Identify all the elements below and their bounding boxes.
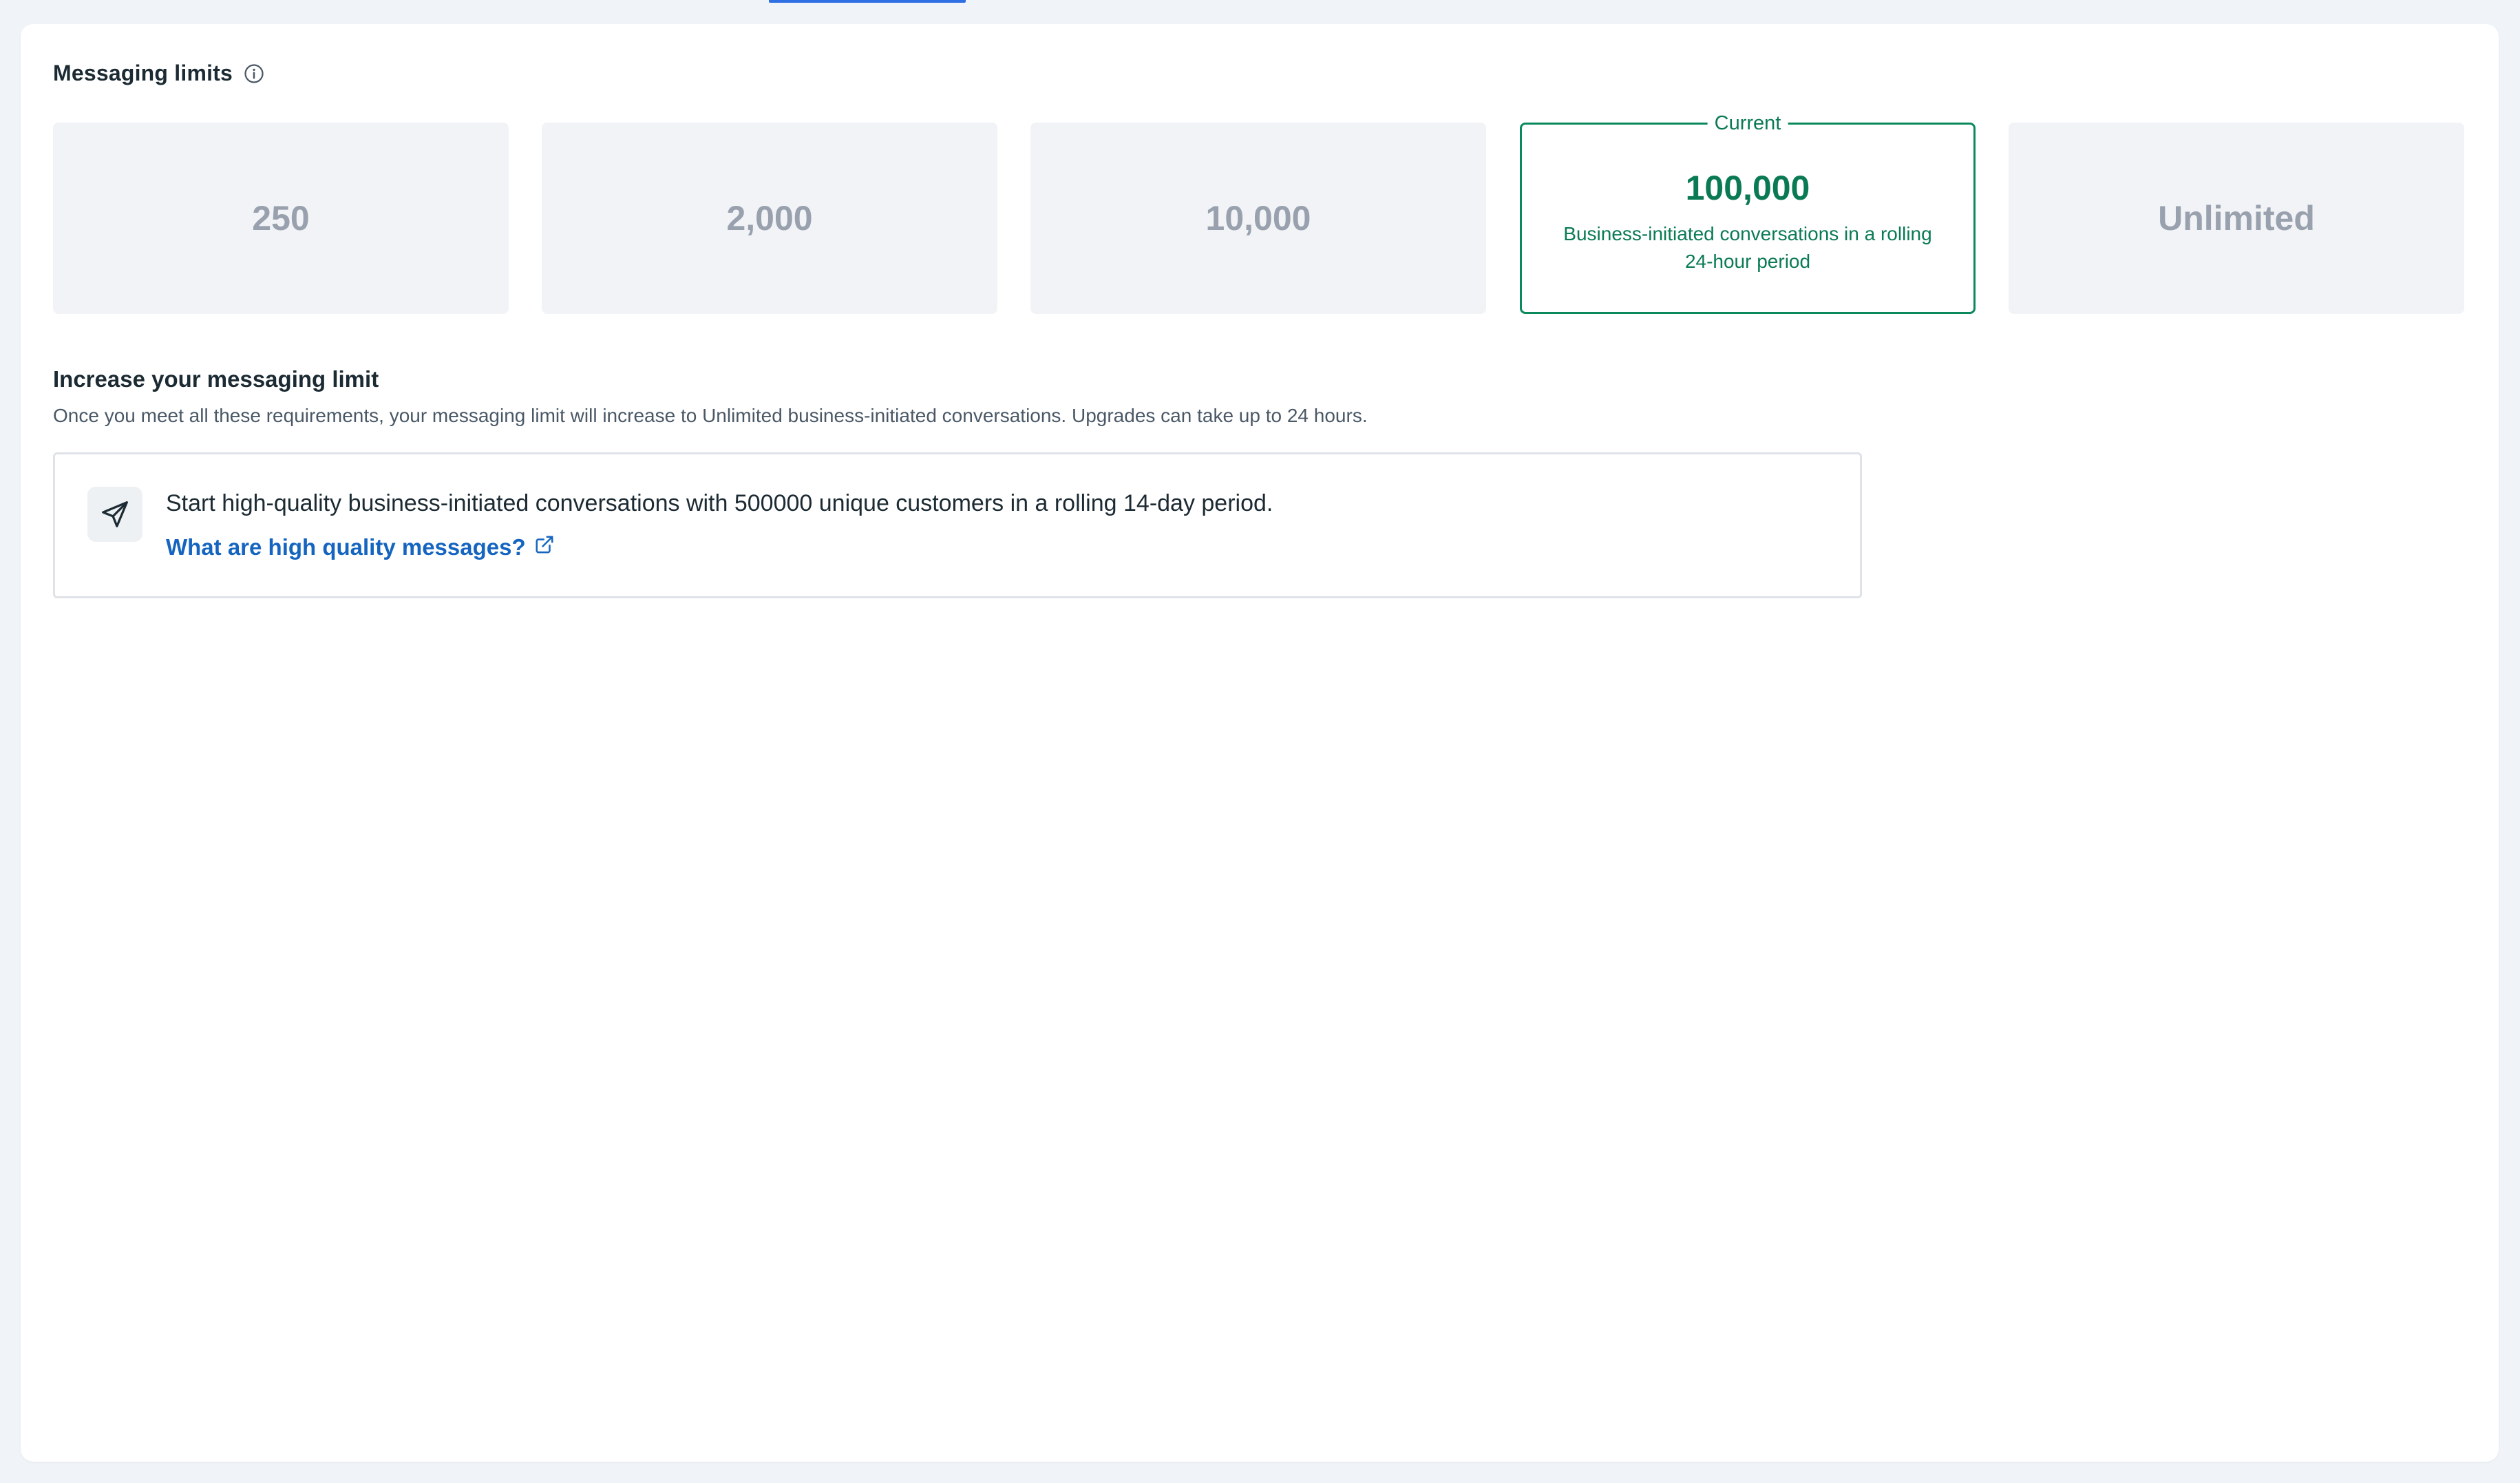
page-title: Messaging limits (53, 61, 233, 85)
external-link-icon (534, 534, 555, 560)
tier-value: 2,000 (726, 199, 813, 238)
high-quality-messages-link[interactable]: What are high quality messages? (166, 534, 555, 560)
tier-description: Business-initiated conversations in a ro… (1563, 223, 1932, 272)
tier-10000: 10,000 (1030, 123, 1486, 314)
tier-100000-current: Current 100,000 Business-initiated conve… (1520, 112, 1976, 314)
tier-value: 10,000 (1205, 199, 1311, 238)
tier-list: 250 2,000 10,000 Current 100,000 Busines… (53, 112, 2498, 314)
tier-value: Unlimited (2158, 199, 2315, 238)
messaging-limits-header: Messaging limits (53, 61, 264, 86)
tier-value: 250 (252, 199, 310, 238)
requirement-text: Start high-quality business-initiated co… (166, 490, 1273, 516)
send-icon (87, 487, 142, 542)
tier-250: 250 (53, 123, 509, 314)
tier-2000: 2,000 (542, 123, 997, 314)
increase-limit-description: Once you meet all these requirements, yo… (53, 405, 1368, 426)
requirement-card: Start high-quality business-initiated co… (53, 452, 1862, 598)
tier-unlimited: Unlimited (2009, 123, 2464, 314)
active-tab-indicator (769, 0, 966, 3)
tier-value: 100,000 (1685, 169, 1810, 207)
current-badge: Current (1707, 112, 1788, 135)
link-label: What are high quality messages? (166, 534, 526, 560)
increase-limit-title: Increase your messaging limit (53, 366, 379, 392)
info-icon[interactable] (244, 63, 264, 84)
